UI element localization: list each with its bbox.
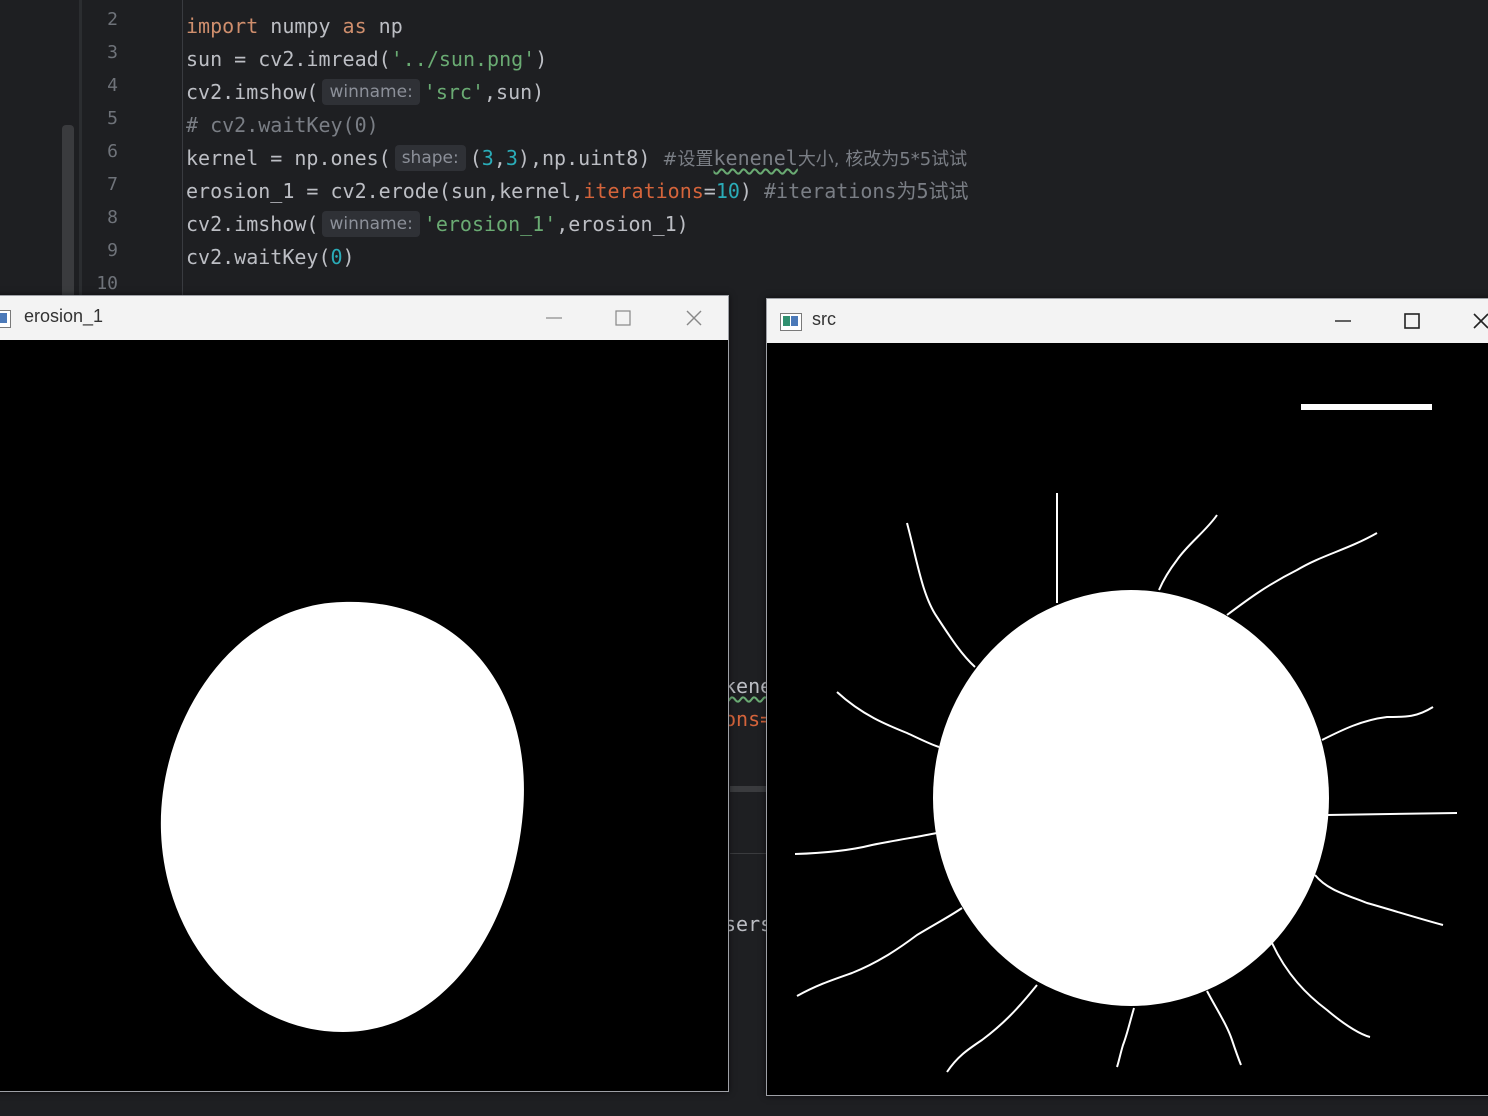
code-text: )	[535, 47, 548, 71]
number-token: 3	[505, 146, 518, 170]
line-number: 4	[107, 75, 118, 96]
ghost-code-fragment: ons=	[724, 707, 773, 731]
keyword-token: as	[342, 14, 367, 38]
code-line-8[interactable]: cv2.imshow(winname:'erosion_1',erosion_1…	[186, 208, 689, 241]
code-text: cv2.imshow(	[186, 212, 319, 236]
number-token: 3	[481, 146, 494, 170]
src-window-title: src	[812, 309, 836, 329]
maximize-button[interactable]	[1382, 299, 1442, 343]
source-sun-image	[794, 404, 1458, 1073]
line-number: 3	[107, 42, 118, 63]
ghost-code-fragment: sers	[724, 912, 773, 936]
close-button[interactable]	[1451, 299, 1488, 343]
maximize-icon	[1404, 313, 1420, 329]
line-number: 6	[107, 141, 118, 162]
typo-comment-token: kenenel	[713, 146, 798, 170]
code-line-4[interactable]: cv2.imshow(winname:'src',sun)	[186, 76, 544, 109]
string-token: '../sun.png'	[390, 47, 536, 71]
parameter-hint: winname:	[322, 211, 420, 237]
eroded-sun-disk	[160, 601, 524, 1032]
number-token: 0	[330, 245, 343, 269]
ghost-code-fragment: kene	[724, 674, 773, 698]
string-token: 'erosion_1'	[423, 212, 557, 236]
comment-token: #iterations为5试试	[764, 179, 969, 203]
eroded-sun-image	[160, 601, 524, 1032]
code-text: (	[469, 146, 482, 170]
app-window-icon	[780, 313, 802, 331]
code-text: np	[366, 14, 403, 38]
close-button[interactable]	[664, 296, 724, 340]
code-text: )	[739, 179, 765, 203]
erosion-window-title: erosion_1	[24, 306, 104, 326]
code-line-2[interactable]: import numpy as np	[186, 10, 403, 43]
maximize-icon	[615, 310, 631, 326]
line-number: 10	[96, 273, 118, 294]
code-text: kernel = np.ones(	[186, 146, 391, 170]
named-parameter-token: iterations	[583, 179, 704, 203]
line-number: 9	[107, 240, 118, 261]
code-line-5[interactable]: # cv2.waitKey(0)	[186, 109, 379, 142]
indent-guide	[182, 0, 183, 300]
number-token: 10	[715, 179, 740, 203]
code-text: ,	[493, 146, 506, 170]
background-divider	[730, 786, 766, 792]
code-text: =	[703, 179, 716, 203]
src-window-titlebar[interactable]: src	[767, 299, 1488, 343]
background-divider	[730, 853, 766, 854]
minimize-icon	[1335, 320, 1351, 322]
src-window[interactable]: src	[766, 298, 1488, 1096]
code-line-7[interactable]: erosion_1 = cv2.erode(sun,kernel,iterati…	[186, 175, 969, 208]
line-number: 8	[107, 207, 118, 228]
code-line-9[interactable]: cv2.waitKey(0)	[186, 241, 355, 274]
erosion-window-titlebar[interactable]: erosion_1	[0, 296, 728, 340]
maximize-button[interactable]	[593, 296, 653, 340]
code-text: ),np.uint8)	[517, 146, 663, 170]
code-text: numpy	[258, 14, 343, 38]
close-icon	[686, 310, 702, 326]
comment-token: 大小, 核改为5*5试试	[797, 149, 968, 170]
close-icon	[1473, 313, 1488, 329]
line-number: 7	[107, 174, 118, 195]
comment-token: # cv2.waitKey(0)	[186, 113, 379, 137]
minimize-icon	[546, 317, 562, 319]
line-number: 2	[107, 9, 118, 30]
parameter-hint: winname:	[322, 79, 420, 105]
code-text: ,sun)	[484, 80, 545, 104]
minimize-button[interactable]	[524, 296, 584, 340]
keyword-token: import	[186, 14, 259, 38]
editor-scrollbar[interactable]	[62, 125, 74, 300]
comment-token: #设置	[662, 149, 714, 170]
code-line-6[interactable]: kernel = np.ones(shape: (3,3),np.uint8) #…	[186, 142, 967, 175]
line-number: 5	[107, 108, 118, 129]
minimize-button[interactable]	[1313, 299, 1373, 343]
code-text: erosion_1 = cv2.erode(sun,kernel,	[186, 179, 584, 203]
string-token: 'src'	[423, 80, 485, 104]
erosion-window[interactable]: erosion_1	[0, 295, 729, 1092]
src-image-canvas	[767, 345, 1488, 1095]
code-text: ,erosion_1)	[556, 212, 689, 236]
code-text: cv2.waitKey(	[186, 245, 331, 269]
code-text: )	[342, 245, 355, 269]
parameter-hint: shape:	[394, 145, 466, 171]
sun-disk	[933, 590, 1329, 1006]
erosion-image-canvas	[0, 342, 728, 1091]
app-window-icon	[0, 310, 11, 328]
code-line-3[interactable]: sun = cv2.imread('../sun.png')	[186, 43, 547, 76]
code-text: sun = cv2.imread(	[186, 47, 391, 71]
code-text: cv2.imshow(	[186, 80, 319, 104]
